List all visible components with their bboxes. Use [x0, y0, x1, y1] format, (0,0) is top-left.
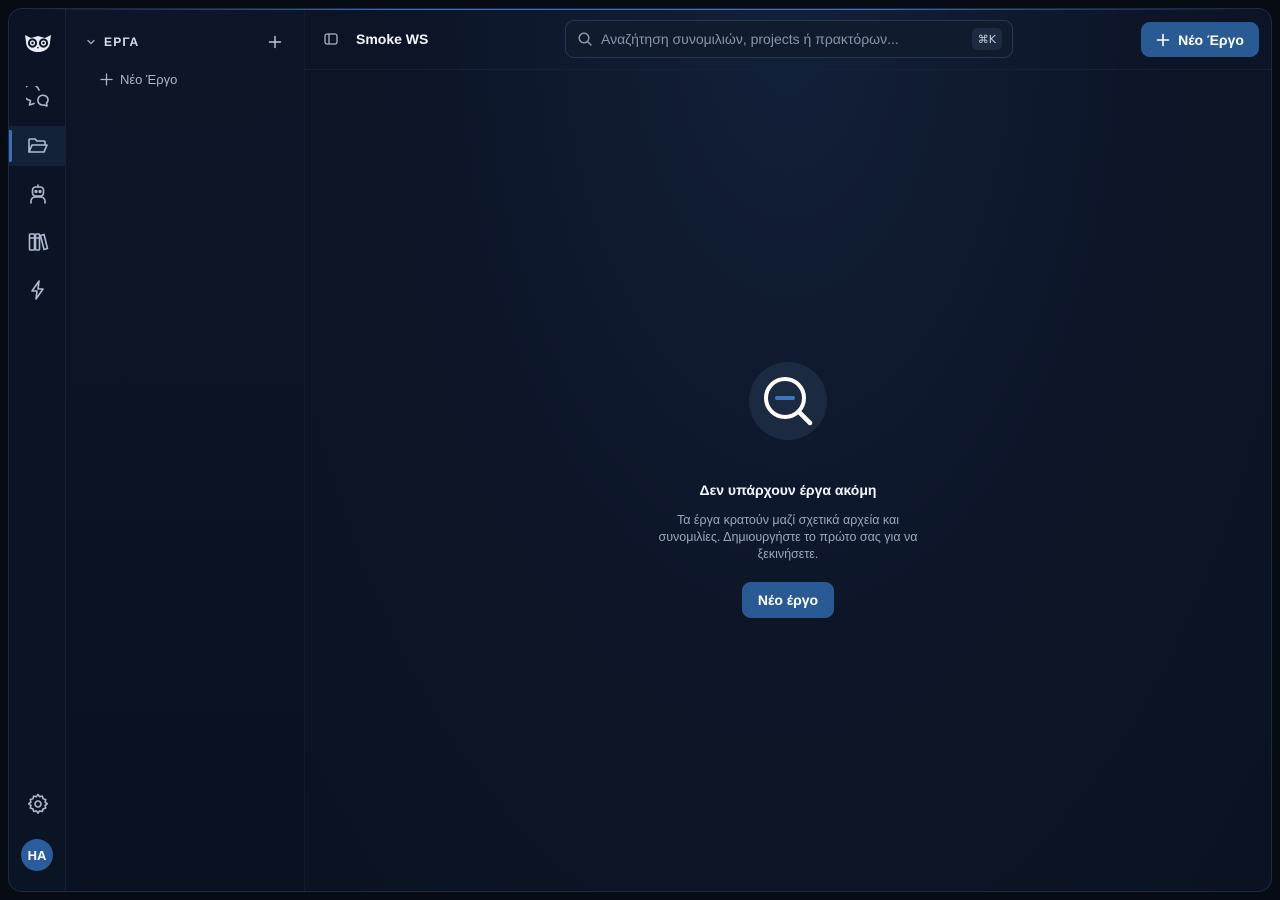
search-input[interactable]: [601, 31, 972, 47]
user-avatar[interactable]: HA: [21, 839, 53, 871]
empty-state: Δεν υπάρχουν έργα ακόμη Τα έργα κρατούν …: [305, 362, 1271, 618]
rail-item-agents[interactable]: [9, 174, 66, 214]
empty-state-illustration: [749, 362, 827, 440]
chat-bubbles-icon: [25, 86, 49, 107]
plus-icon: [100, 72, 113, 86]
app-logo[interactable]: [9, 23, 66, 63]
empty-state-description: Τα έργα κρατούν μαζί σχετικά αρχεία και …: [658, 513, 918, 561]
top-bar: Smoke WS ⌘K Νέο Έργο: [305, 9, 1271, 70]
global-search[interactable]: ⌘K: [565, 20, 1013, 58]
zoom-out-icon: [764, 377, 813, 426]
main-content: Smoke WS ⌘K Νέο Έργο: [305, 9, 1271, 891]
search-shortcut-badge: ⌘K: [971, 28, 1002, 50]
rail-item-library[interactable]: [9, 222, 66, 262]
rail-item-chats[interactable]: [9, 78, 66, 118]
plus-icon: [1156, 33, 1170, 46]
projects-sidebar: ΕΡΓΑ Νέο Έργο: [66, 9, 305, 891]
create-project-button[interactable]: Νέο έργο: [742, 582, 834, 618]
gear-icon: [27, 793, 48, 814]
rail-item-projects[interactable]: [9, 126, 66, 166]
workspace-name: Smoke WS: [356, 31, 429, 47]
toggle-sidebar-button[interactable]: [323, 31, 341, 49]
sidebar-panel-icon: [324, 33, 338, 45]
app-window: HA ΕΡΓΑ Νέο Έργο Smoke WS Αναζήτηση συνο…: [8, 8, 1272, 892]
sidebar-new-project[interactable]: Νέο Έργο: [100, 69, 177, 89]
rail-item-settings[interactable]: [9, 784, 66, 824]
search-icon: [578, 32, 592, 46]
sidebar-new-project-label: Νέο Έργο: [120, 71, 178, 87]
rail-item-automations[interactable]: [9, 270, 66, 310]
projects-section-header: ΕΡΓΑ: [86, 33, 284, 51]
chevron-down-icon[interactable]: [86, 37, 96, 47]
books-icon: [28, 233, 48, 251]
empty-state-title: Δεν υπάρχουν έργα ακόμη: [699, 482, 877, 498]
projects-section-title: ΕΡΓΑ: [104, 35, 140, 49]
plus-icon: [268, 35, 282, 49]
owl-logo-icon: [24, 35, 51, 52]
new-project-button[interactable]: Νέο Έργο: [1141, 22, 1259, 57]
add-project-button[interactable]: [266, 33, 284, 51]
icon-rail: HA: [9, 9, 66, 891]
new-project-button-label: Νέο Έργο: [1178, 31, 1244, 48]
lightning-icon: [30, 280, 44, 300]
folder-open-icon: [27, 138, 48, 153]
robot-icon: [29, 184, 46, 204]
